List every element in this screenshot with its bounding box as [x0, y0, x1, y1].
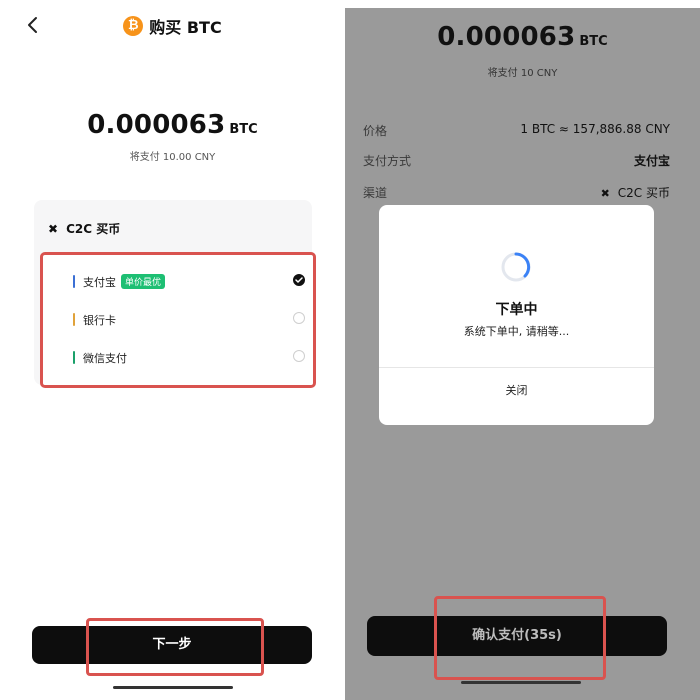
radio-unselected-icon[interactable] — [293, 350, 305, 362]
option-color-bar — [73, 275, 75, 288]
channel-row: 渠道 ✖ C2C 买币 — [363, 184, 670, 202]
home-indicator — [461, 681, 581, 684]
payment-option-alipay[interactable]: 支付宝 单价最优 — [43, 267, 313, 297]
option-label: 支付宝 单价最优 — [83, 274, 166, 290]
close-button[interactable]: 关闭 — [379, 369, 654, 415]
radio-selected-icon[interactable] — [293, 274, 305, 286]
pay-amount-note: 将支付 10.00 CNY — [129, 152, 216, 163]
payment-method-list: 支付宝 单价最优 银行卡 微信支付 — [40, 252, 316, 388]
dialog-title: 下单中 — [495, 302, 538, 318]
ordering-dialog: 下单中 系统下单中, 请稍等... 关闭 — [379, 205, 654, 425]
btc-amount: 0.000063 — [87, 110, 226, 140]
c2c-icon: ✖ — [600, 187, 610, 200]
pay-amount-note: 将支付 10 CNY — [487, 68, 558, 79]
loading-spinner-icon — [501, 252, 531, 282]
channel-card-title: ✖ C2C 买币 — [48, 220, 120, 237]
price-label: 价格 — [363, 124, 388, 138]
dialog-divider — [379, 367, 654, 368]
radio-unselected-icon[interactable] — [293, 312, 305, 324]
payment-option-wechat-pay[interactable]: 微信支付 — [43, 343, 313, 373]
next-button[interactable]: 下一步 — [32, 626, 312, 664]
option-color-bar — [73, 313, 75, 326]
btc-amount: 0.000063 — [437, 22, 576, 52]
price-row: 价格 1 BTC ≈ 157,886.88 CNY — [363, 122, 670, 140]
c2c-icon: ✖ — [48, 222, 59, 236]
channel-label: 渠道 — [363, 186, 388, 200]
bitcoin-icon: ₿ — [123, 16, 144, 36]
best-price-badge: 单价最优 — [121, 274, 166, 289]
channel-card-title-text: C2C 买币 — [66, 222, 121, 236]
option-label-text: 支付宝 — [83, 276, 116, 289]
amount-summary: 0.000063 BTC 将支付 10.00 CNY — [0, 110, 345, 163]
btc-unit: BTC — [229, 122, 258, 137]
confirm-payment-button[interactable]: 确认支付(35s) — [367, 616, 667, 656]
price-value: 1 BTC ≈ 157,886.88 CNY — [520, 122, 670, 136]
channel-value: ✖ C2C 买币 — [601, 184, 670, 201]
confirm-screen: 0.000063 BTC 将支付 10 CNY 价格 1 BTC ≈ 157,88… — [345, 0, 700, 700]
payment-method-label: 支付方式 — [363, 154, 412, 168]
option-label: 微信支付 — [83, 352, 127, 365]
option-color-bar — [73, 351, 75, 364]
channel-value-text: C2C 买币 — [617, 186, 670, 200]
page-title-text: 购买 BTC — [149, 18, 222, 37]
amount-summary: 0.000063 BTC 将支付 10 CNY — [345, 22, 700, 79]
btc-unit: BTC — [579, 34, 608, 49]
buy-screen: ₿ 购买 BTC 0.000063 BTC 将支付 10.00 CNY ✖ C2C 买… — [0, 0, 345, 700]
payment-method-row: 支付方式 支付宝 — [363, 152, 670, 170]
page-title: ₿ 购买 BTC — [0, 14, 345, 38]
home-indicator — [113, 686, 233, 689]
dialog-message: 系统下单中, 请稍等... — [463, 325, 570, 338]
option-label: 银行卡 — [83, 314, 116, 327]
payment-option-bank-card[interactable]: 银行卡 — [43, 305, 313, 335]
payment-method-value: 支付宝 — [633, 154, 670, 168]
